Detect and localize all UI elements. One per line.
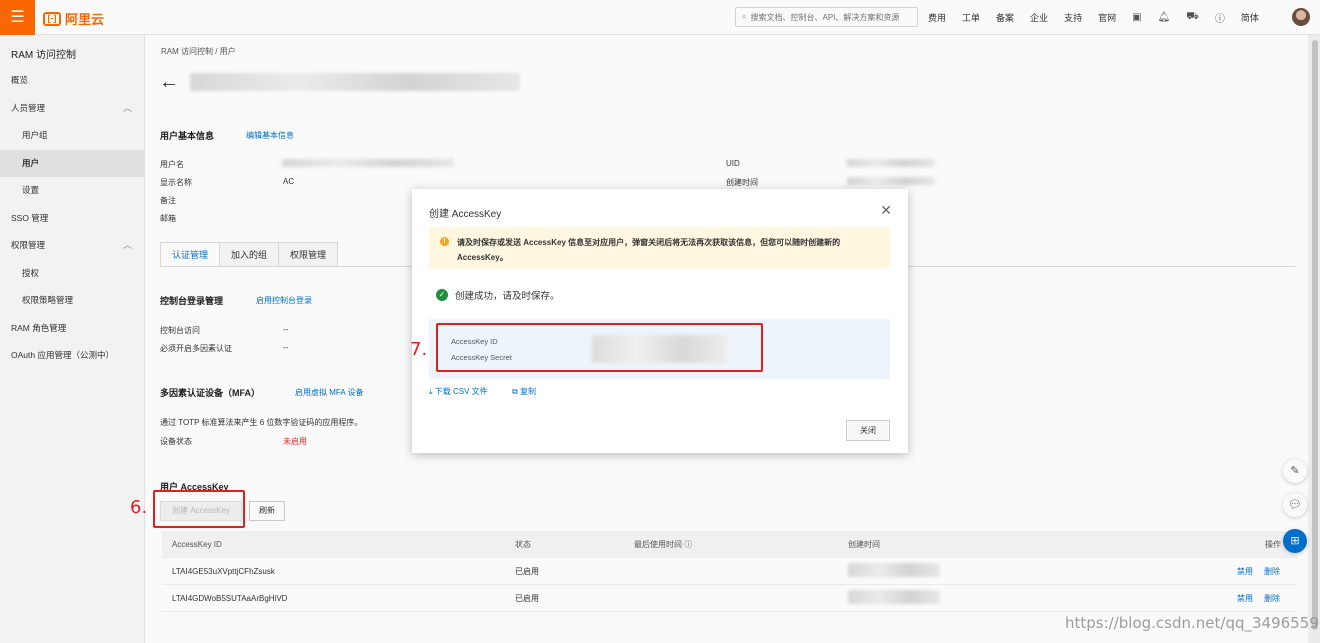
watermark: https://blog.csdn.net/qq_34965596 bbox=[1065, 614, 1320, 632]
annotation-step-7: 7. bbox=[410, 339, 428, 360]
close-icon[interactable]: ✕ bbox=[880, 202, 892, 219]
annotation-step-6: 6. bbox=[130, 497, 148, 518]
check-circle-icon: ✓ bbox=[436, 289, 448, 301]
success-text: 创建成功，请及时保存。 bbox=[455, 291, 560, 302]
download-icon: ⤓ bbox=[429, 387, 433, 396]
warning-banner: ! 请及时保存或发送 AccessKey 信息至对应用户，弹窗关闭后将无法再次获… bbox=[429, 227, 890, 269]
success-message: ✓ 创建成功，请及时保存。 bbox=[436, 288, 560, 302]
copy-icon: ⧉ bbox=[512, 387, 518, 396]
copy-link[interactable]: ⧉ 复制 bbox=[512, 386, 536, 397]
download-csv-link[interactable]: ⤓ 下载 CSV 文件 bbox=[429, 386, 488, 397]
create-accesskey-dialog: 创建 AccessKey ✕ ! 请及时保存或发送 AccessKey 信息至对… bbox=[412, 189, 908, 453]
warning-icon: ! bbox=[440, 237, 449, 246]
annotation-box-create-button bbox=[153, 490, 245, 528]
close-button[interactable]: 关闭 bbox=[846, 420, 890, 441]
annotation-box-accesskey bbox=[436, 323, 763, 372]
warning-text: 请及时保存或发送 AccessKey 信息至对应用户，弹窗关闭后将无法再次获取该… bbox=[457, 238, 841, 262]
dialog-title: 创建 AccessKey bbox=[429, 209, 502, 220]
